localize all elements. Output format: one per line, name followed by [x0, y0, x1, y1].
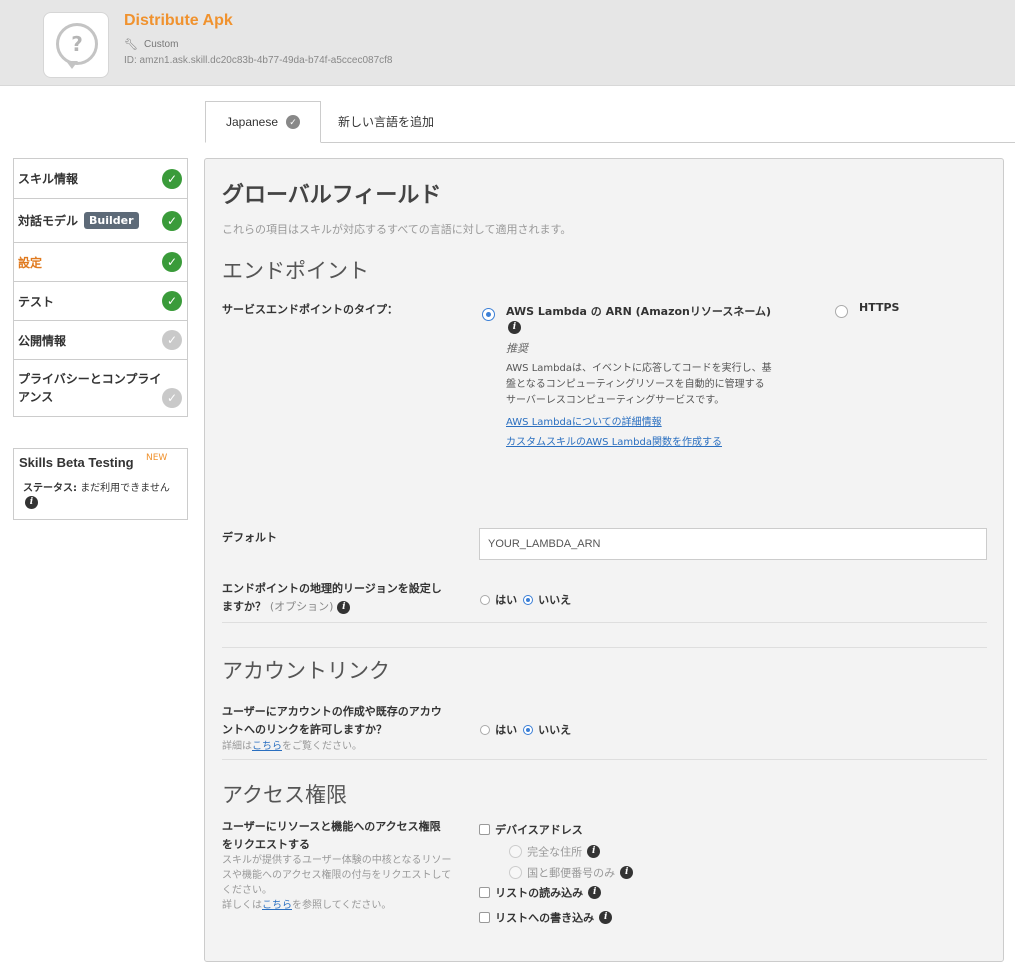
beta-status: ステータス: まだ利用できません — [23, 479, 170, 494]
lambda-details-link[interactable]: AWS Lambdaについての詳細情報 — [506, 413, 662, 428]
check-circle-icon: ✓ — [162, 252, 182, 272]
region-label: エンドポイントの地理的リージョンを設定し ますか？ (オプション) i — [222, 582, 442, 614]
account-linking-detail: 詳細はこちらをご覧ください。 — [222, 741, 362, 752]
sidebar-item-label: 対話モデル — [18, 214, 79, 228]
default-endpoint-input[interactable]: YOUR_LAMBDA_ARN — [479, 528, 987, 560]
check-circle-icon: ✓ — [162, 168, 182, 189]
tab-japanese-label: Japanese — [225, 115, 279, 129]
beta-status-label: ステータス: — [23, 483, 77, 494]
sidebar-item-configuration[interactable]: 設定 ✓ — [14, 243, 187, 282]
info-icon[interactable]: i — [508, 321, 521, 334]
full-address-radio[interactable]: 完全な住所 i — [509, 841, 601, 860]
skill-type-label: Custom — [143, 39, 179, 50]
device-address-checkbox[interactable]: デバイスアドレス — [479, 819, 583, 838]
tabs-divider — [205, 142, 1015, 143]
endpoint-heading: エンドポイント — [222, 259, 369, 283]
default-endpoint-label: デフォルト — [222, 531, 277, 544]
sidebar-item-privacy-compliance[interactable]: プライバシーとコンプライアンス ✓ — [14, 360, 187, 416]
check-icon: ✓ — [286, 115, 301, 129]
check-circle-icon: ✓ — [162, 210, 182, 231]
account-linking-question: ユーザーにアカウントの作成や既存のアカウ ントへのリンクを許可しますか？ — [222, 705, 442, 736]
info-icon[interactable]: i — [599, 911, 613, 924]
account-linking-no-radio[interactable]: いいえ — [523, 719, 571, 738]
sidebar-item-skill-info[interactable]: スキル情報 ✓ — [14, 159, 187, 199]
sidebar-item-label: スキル情報 — [18, 172, 79, 186]
sidebar-item-label: テスト — [18, 294, 55, 309]
sidebar-item-label: 公開情報 — [18, 333, 67, 348]
tab-add-language[interactable]: 新しい言語を追加 — [338, 113, 434, 130]
builder-badge[interactable]: Builder — [84, 212, 139, 229]
recommended-label: 推奨 — [506, 342, 528, 355]
page-title: グローバルフィールド — [222, 183, 442, 208]
page-subtitle: これらの項目はスキルが対応するすべての言語に対して適用されます。 — [222, 223, 572, 236]
https-radio[interactable] — [835, 301, 848, 320]
sidebar-nav: スキル情報 ✓ 対話モデル Builder ✓ 設定 ✓ テスト ✓ 公開情報 … — [13, 158, 188, 417]
beta-testing-panel: Skills Beta Testing NEW ステータス: まだ利用できません… — [13, 448, 188, 520]
skill-title: Distribute Apk — [124, 12, 233, 29]
skill-header: ? Distribute Apk 🔧︎ Custom ID: amzn1.ask… — [0, 0, 1015, 86]
lambda-description: AWS Lambdaは、イベントに応答してコードを実行し、基 盤となるコンピュー… — [506, 363, 772, 406]
permissions-description: スキルが提供するユーザー体験の中核となるリソー スや機能へのアクセス権限の付与を… — [222, 855, 452, 911]
info-icon[interactable]: i — [588, 886, 602, 899]
lambda-option-label[interactable]: AWS Lambda の ARN (Amazonリソースネーム) — [506, 303, 771, 319]
beta-title: Skills Beta Testing — [19, 455, 134, 470]
list-read-checkbox[interactable]: リストの読み込み i — [479, 882, 602, 901]
https-option-label[interactable]: HTTPS — [859, 301, 899, 314]
country-postal-radio[interactable]: 国と郵便番号のみ i — [509, 862, 634, 881]
account-linking-link[interactable]: こちら — [252, 741, 282, 752]
sidebar-item-label: プライバシーとコンプライアンス — [18, 372, 162, 404]
wrench-icon: 🔧︎ — [124, 39, 138, 51]
beta-status-value: まだ利用できません — [80, 483, 170, 494]
info-icon[interactable]: i — [620, 866, 634, 879]
skill-id: ID: amzn1.ask.skill.dc20c83b-4b77-49da-b… — [124, 55, 393, 66]
sidebar-item-publishing-info[interactable]: 公開情報 ✓ — [14, 321, 187, 360]
info-icon[interactable]: i — [25, 496, 38, 509]
lambda-radio[interactable] — [482, 304, 495, 323]
info-icon[interactable]: i — [337, 600, 351, 614]
info-icon[interactable]: i — [587, 845, 601, 858]
sidebar-item-interaction-model[interactable]: 対話モデル Builder ✓ — [14, 199, 187, 243]
create-lambda-link[interactable]: カスタムスキルのAWS Lambda関数を作成する — [506, 433, 722, 448]
check-circle-icon: ✓ — [162, 330, 182, 350]
skill-type: 🔧︎ Custom — [124, 38, 178, 51]
permissions-link[interactable]: こちら — [262, 900, 292, 911]
check-circle-icon: ✓ — [162, 388, 182, 408]
new-badge: NEW — [146, 453, 168, 463]
region-no-radio[interactable]: いいえ — [523, 589, 571, 608]
account-linking-heading: アカウントリンク — [222, 659, 390, 683]
sidebar-item-test[interactable]: テスト ✓ — [14, 282, 187, 321]
account-linking-yes-radio[interactable]: はい — [480, 719, 517, 738]
question-icon: ? — [56, 23, 98, 65]
section-divider — [222, 622, 987, 623]
global-fields-panel: グローバルフィールド これらの項目はスキルが対応するすべての言語に対して適用され… — [204, 158, 1004, 962]
list-write-checkbox[interactable]: リストへの書き込み i — [479, 907, 613, 926]
region-yes-radio[interactable]: はい — [480, 589, 517, 608]
sidebar-item-label: 設定 — [18, 255, 43, 270]
section-divider — [222, 647, 987, 648]
tab-japanese[interactable]: Japanese ✓ — [205, 101, 321, 143]
permissions-label: ユーザーにリソースと機能へのアクセス権限 をリクエストする — [222, 820, 441, 851]
skill-logo: ? — [43, 12, 109, 78]
permissions-heading: アクセス権限 — [222, 783, 347, 807]
endpoint-type-label: サービスエンドポイントのタイプ： — [222, 303, 398, 316]
check-circle-icon: ✓ — [162, 291, 182, 311]
section-divider — [222, 759, 987, 760]
